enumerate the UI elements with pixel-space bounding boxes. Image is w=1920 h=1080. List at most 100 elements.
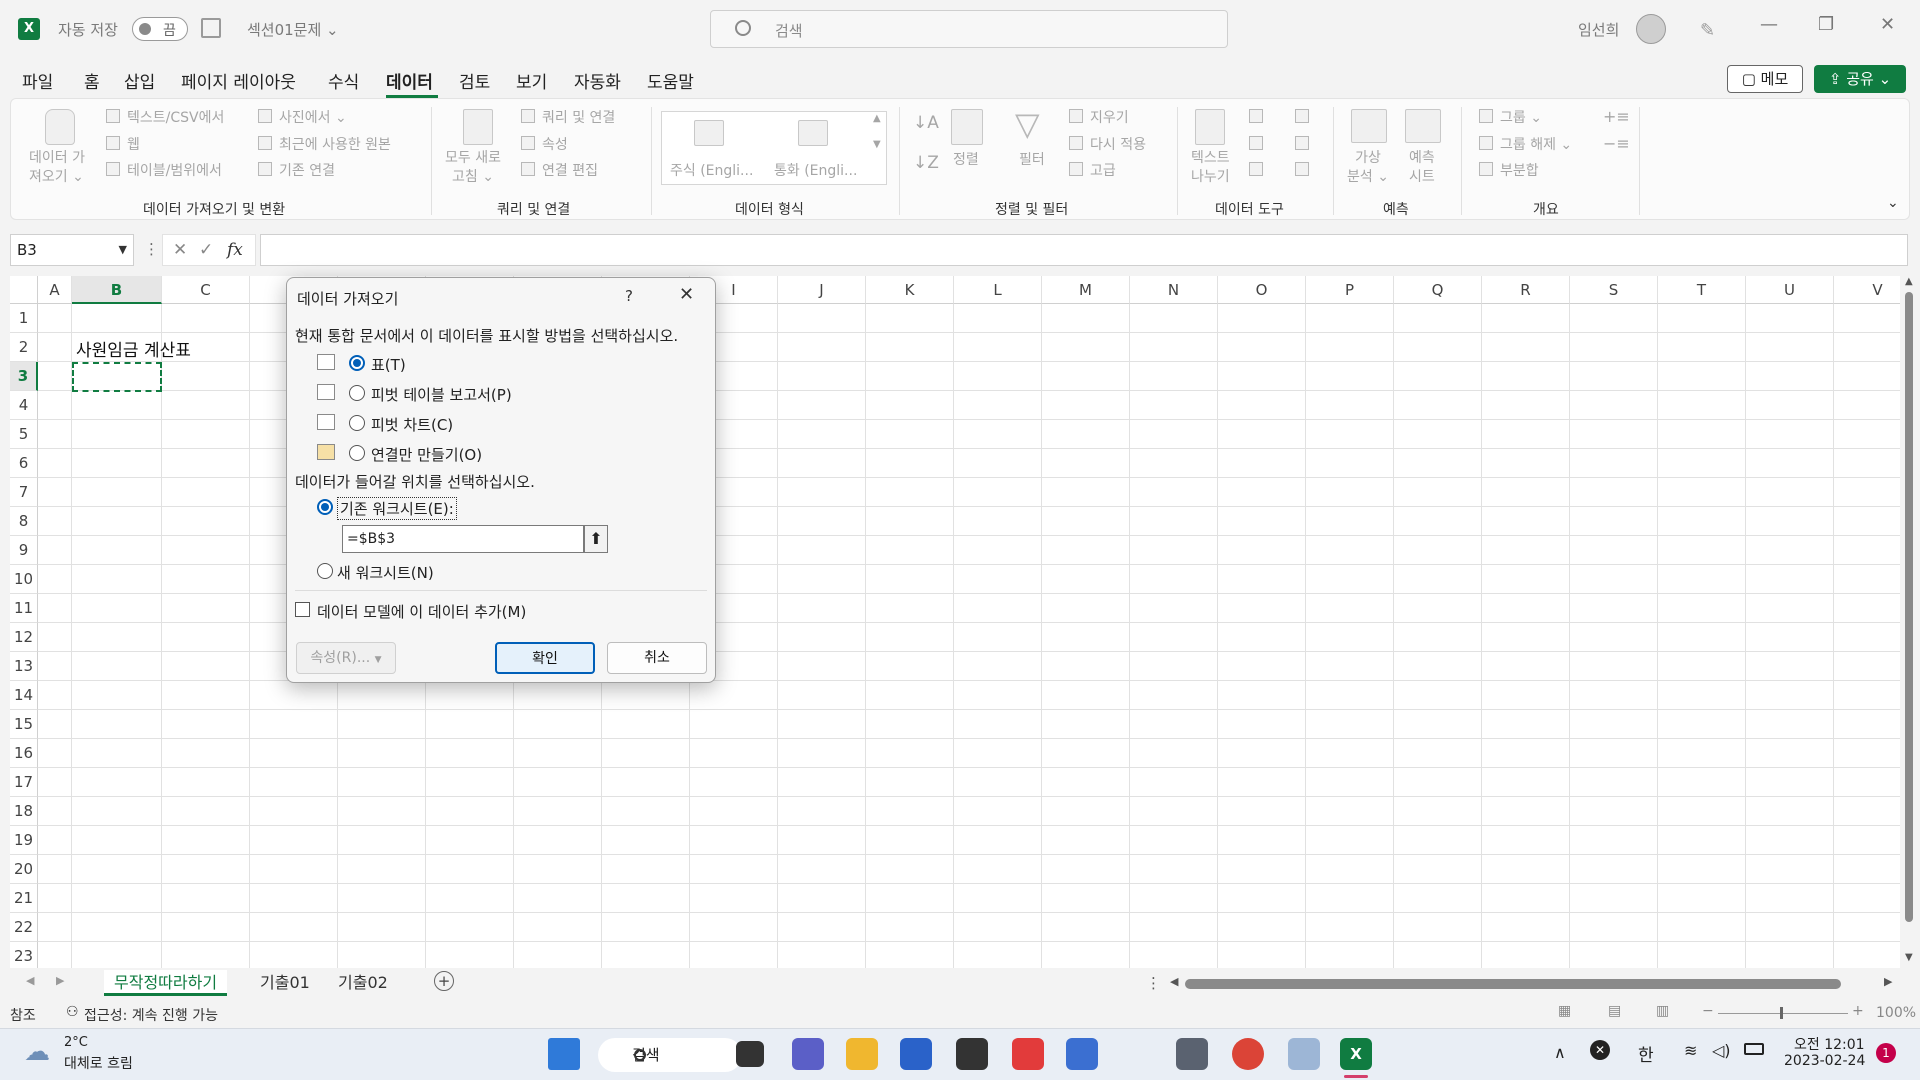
edit-links-button[interactable]: 연결 편집: [542, 160, 598, 180]
row-header-20[interactable]: 20: [10, 855, 38, 884]
minimize-button[interactable]: —: [1760, 14, 1778, 35]
row-header-23[interactable]: 23: [10, 942, 38, 968]
tray-app-icon[interactable]: ✕: [1590, 1040, 1610, 1060]
chevron-down-icon[interactable]: ▼: [119, 235, 127, 265]
sync-app-icon[interactable]: [1012, 1038, 1044, 1070]
notepad-icon[interactable]: [1066, 1038, 1098, 1070]
recent-sources-button[interactable]: 최근에 사용한 원본: [279, 134, 391, 154]
zoom-slider-thumb[interactable]: [1780, 1007, 1783, 1019]
enter-icon[interactable]: ✓: [199, 240, 213, 260]
group-button[interactable]: 그룹 ⌄: [1500, 107, 1542, 127]
cell-b2[interactable]: 사원임금 계산표: [76, 336, 191, 361]
column-header-p[interactable]: P: [1306, 276, 1394, 304]
data-types-gallery[interactable]: 주식 (Engli... 통화 (Engli...: [661, 111, 887, 185]
option-connection-label[interactable]: 연결만 만들기(O): [371, 444, 482, 465]
row-header-13[interactable]: 13: [10, 652, 38, 681]
insert-function-icon[interactable]: fx: [227, 240, 243, 260]
store-icon[interactable]: [900, 1038, 932, 1070]
filter-button[interactable]: 필터: [1019, 149, 1045, 169]
radio-existing-worksheet[interactable]: [317, 499, 333, 515]
avatar[interactable]: [1636, 14, 1666, 44]
tab-help[interactable]: 도움말: [647, 68, 694, 93]
scroll-left-icon[interactable]: ◀: [1170, 975, 1178, 988]
ok-button[interactable]: 확인: [495, 642, 595, 674]
text-to-columns-button[interactable]: 텍스트 나누기: [1191, 149, 1230, 187]
notification-badge[interactable]: 1: [1876, 1043, 1896, 1063]
pen-icon[interactable]: ✎: [1700, 20, 1715, 41]
row-header-21[interactable]: 21: [10, 884, 38, 913]
row-header-10[interactable]: 10: [10, 565, 38, 594]
gallery-down-icon[interactable]: ▼: [873, 139, 881, 150]
data-model-label[interactable]: 데이터 모델에 이 데이터 추가(M): [317, 601, 526, 622]
row-header-14[interactable]: 14: [10, 681, 38, 710]
option-new-label[interactable]: 새 워크시트(N): [337, 562, 434, 583]
comments-button[interactable]: ▢ 메모: [1727, 65, 1803, 93]
page-layout-view-icon[interactable]: ▤: [1608, 1003, 1621, 1019]
zoom-slider[interactable]: [1718, 1013, 1848, 1014]
add-sheet-icon[interactable]: +: [434, 971, 454, 991]
subtotal-button[interactable]: 부분합: [1500, 160, 1539, 180]
clear-filter-button[interactable]: 지우기: [1090, 107, 1129, 127]
option-pivot-chart-label[interactable]: 피벗 차트(C): [371, 414, 453, 435]
sheet-tab-1[interactable]: 무작정따라하기: [104, 970, 228, 996]
row-header-15[interactable]: 15: [10, 710, 38, 739]
data-model-checkbox[interactable]: [295, 602, 310, 617]
row-header-2[interactable]: 2: [10, 333, 38, 362]
search-box[interactable]: 검색: [710, 10, 1228, 48]
magnifier-icon[interactable]: [1288, 1038, 1320, 1070]
row-header-4[interactable]: 4: [10, 391, 38, 420]
row-header-19[interactable]: 19: [10, 826, 38, 855]
from-picture-button[interactable]: 사진에서 ⌄: [279, 107, 347, 127]
radio-new-worksheet[interactable]: [317, 563, 333, 579]
properties-button[interactable]: 속성(R)... ▼: [296, 642, 396, 674]
scroll-thumb[interactable]: [1905, 292, 1913, 922]
from-text-csv-button[interactable]: 텍스트/CSV에서: [127, 107, 224, 127]
column-header-r[interactable]: R: [1482, 276, 1570, 304]
forecast-sheet-button[interactable]: 예측 시트: [1409, 149, 1435, 187]
help-button[interactable]: ?: [625, 287, 633, 305]
row-header-17[interactable]: 17: [10, 768, 38, 797]
radio-pivot-chart[interactable]: [349, 415, 365, 431]
row-header-8[interactable]: 8: [10, 507, 38, 536]
accessibility-status[interactable]: 접근성: 계속 진행 가능: [84, 1005, 218, 1025]
tab-home[interactable]: 홈: [84, 68, 100, 93]
row-header-5[interactable]: 5: [10, 420, 38, 449]
hide-detail-icon[interactable]: −≡: [1603, 134, 1630, 153]
scroll-down-icon[interactable]: ▼: [1905, 952, 1913, 963]
select-all-corner[interactable]: [10, 276, 38, 304]
task-view-icon[interactable]: [736, 1041, 764, 1067]
collapse-ribbon-icon[interactable]: ⌄: [1887, 195, 1899, 211]
autosave-toggle[interactable]: 끔: [132, 17, 188, 41]
tab-data[interactable]: 데이터: [386, 68, 433, 93]
column-header-a[interactable]: A: [38, 276, 72, 304]
option-existing-label[interactable]: 기존 워크시트(E):: [337, 497, 457, 520]
excel-taskbar-icon[interactable]: X: [1340, 1038, 1372, 1070]
cancel-button[interactable]: 취소: [607, 642, 707, 674]
zoom-in-icon[interactable]: +: [1852, 1003, 1864, 1019]
calculator-icon[interactable]: [1176, 1038, 1208, 1070]
formula-input[interactable]: [260, 234, 1908, 266]
row-header-6[interactable]: 6: [10, 449, 38, 478]
page-break-view-icon[interactable]: ▥: [1656, 1003, 1669, 1019]
active-cell-b3[interactable]: [72, 362, 162, 392]
location-input[interactable]: =$B$3: [342, 525, 584, 553]
wifi-icon[interactable]: ≋: [1684, 1041, 1697, 1060]
queries-connections-button[interactable]: 쿼리 및 연결: [542, 107, 615, 127]
volume-icon[interactable]: ◁): [1712, 1041, 1731, 1060]
ungroup-button[interactable]: 그룹 해제 ⌄: [1500, 134, 1572, 154]
gallery-up-icon[interactable]: ▲: [873, 113, 881, 124]
zoom-level[interactable]: 100%: [1876, 1005, 1916, 1021]
radio-pivot-table[interactable]: [349, 385, 365, 401]
column-header-o[interactable]: O: [1218, 276, 1306, 304]
normal-view-icon[interactable]: ▦: [1558, 1003, 1571, 1019]
row-header-1[interactable]: 1: [10, 304, 38, 333]
stocks-button[interactable]: 주식 (Engli...: [670, 160, 753, 180]
from-web-button[interactable]: 웹: [127, 134, 140, 154]
data-validation-icon[interactable]: [1249, 162, 1263, 176]
weather-icon[interactable]: ☁: [24, 1037, 50, 1067]
tab-file[interactable]: 파일: [22, 68, 53, 93]
remove-duplicates-icon[interactable]: [1249, 136, 1263, 150]
clock-time[interactable]: 오전 12:01: [1794, 1034, 1865, 1054]
prev-sheet-icon[interactable]: ◀: [26, 974, 34, 987]
clock-date[interactable]: 2023-02-24: [1784, 1053, 1865, 1069]
